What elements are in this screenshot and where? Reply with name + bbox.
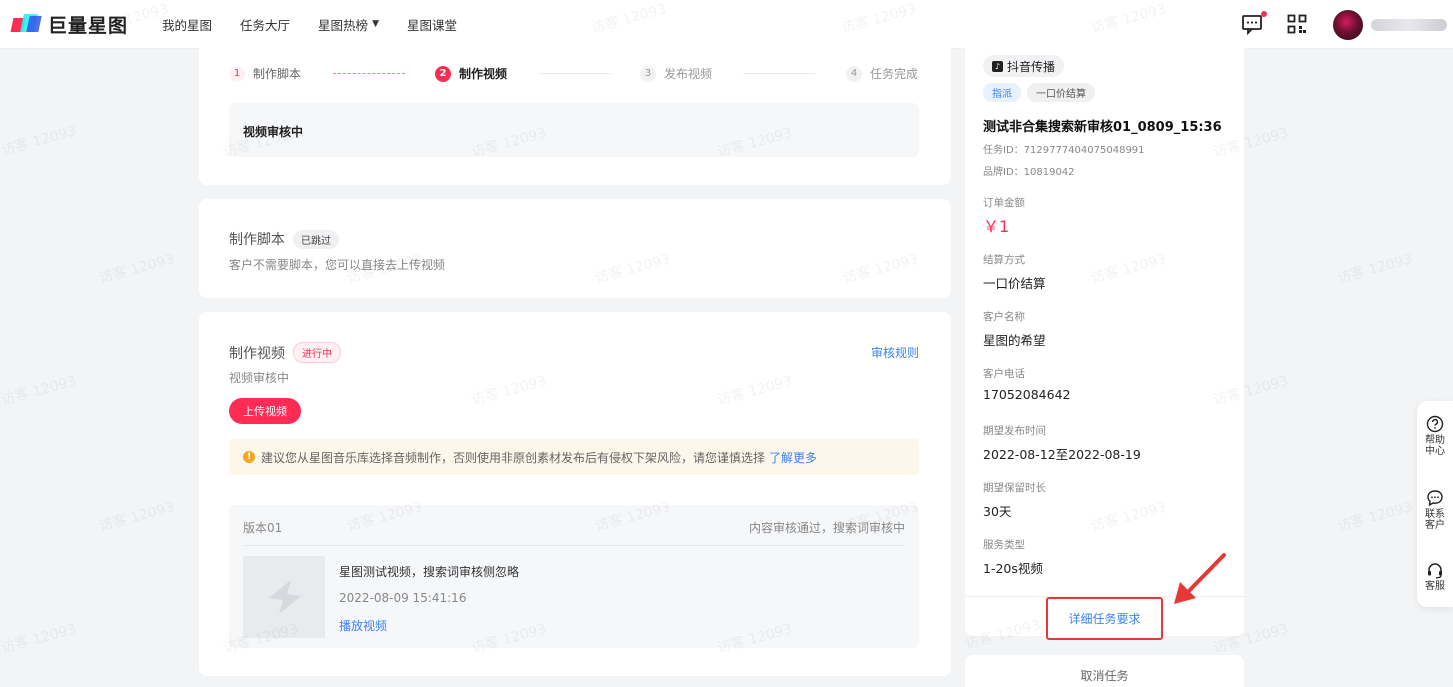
script-section-desc: 客户不需要脚本，您可以直接去上传视频 [229,258,446,272]
skipped-badge: 已跳过 [293,229,339,249]
copyright-notice: ! 建议您从星图音乐库选择音频制作，否则使用非原创素材发布后有侵权下架风险，请您… [229,439,919,475]
qr-grid-icon[interactable] [1287,14,1309,36]
field-label-publish-time: 期望发布时间 [983,425,1046,437]
step-connector [539,73,611,74]
warning-icon: ! [243,451,255,463]
field-value-client-phone: 17052084642 [983,387,1071,402]
nav-item-task-hall[interactable]: 任务大厅 [240,15,290,34]
divider [243,545,905,546]
field-label-service-type: 服务类型 [983,539,1025,551]
task-id: 任务ID：7129777404075048991 [983,145,1145,156]
assign-chip: 指派 [983,83,1021,102]
field-label-settlement: 结算方式 [983,254,1025,266]
script-section-card: 制作脚本 已跳过 客户不需要脚本，您可以直接去上传视频 [199,199,951,298]
floating-help-bar: 帮助中心 联系客户 客服 [1417,401,1453,607]
script-section-title: 制作脚本 已跳过 [229,229,339,249]
caret-down-icon: ▼ [372,19,379,29]
task-details-button[interactable]: 详细任务要求 [1046,597,1163,640]
help-center-button[interactable]: 帮助中心 [1417,415,1453,457]
task-title: 测试非合集搜索新审核01_0809_15:36 [983,120,1222,135]
nav-item-hot-list[interactable]: 星图热榜 ▼ [318,15,379,34]
review-rules-link[interactable]: 审核规则 [871,344,919,361]
contact-client-button[interactable]: 联系客户 [1417,489,1453,531]
step-2: 2 制作视频 [435,65,507,82]
step-connector [743,73,815,74]
video-section-title: 制作视频 进行中 [229,342,341,363]
fixed-price-chip: 一口价结算 [1027,83,1095,102]
field-value-service-type: 1-20s视频 [983,561,1043,576]
nav-item-classroom[interactable]: 星图课堂 [407,15,457,34]
star-placeholder-icon [269,580,301,614]
field-label-amount: 订单金额 [983,197,1025,209]
step-3: 3 发布视频 [640,65,712,82]
user-avatar[interactable] [1333,9,1363,40]
field-label-client-name: 客户名称 [983,311,1025,323]
brand-name: 巨量星图 [48,14,129,37]
progress-card: 1 制作脚本 2 制作视频 3 发布视频 4 任务完成 视频审核中 [199,40,951,185]
video-section-card: 制作视频 进行中 审核规则 视频审核中 上传视频 ! 建议您从星图音乐库选择音频… [199,312,951,676]
step-1: 1 制作脚本 [229,65,301,82]
douyin-icon: ♪ [992,60,1003,72]
field-value-amount: ￥1 [983,217,1010,236]
chat-bubble-icon [1427,490,1443,507]
field-label-retention: 期望保留时长 [983,482,1046,494]
review-status-box: 视频审核中 [229,103,919,157]
field-value-client-name: 星图的希望 [983,333,1046,348]
in-progress-badge: 进行中 [293,342,341,363]
customer-service-button[interactable]: 客服 [1417,561,1453,592]
video-thumbnail[interactable] [243,556,325,638]
brand-mark-icon [10,14,42,34]
message-icon[interactable] [1241,10,1267,37]
video-title: 星图测试视频，搜索词审核侧忽略 [339,565,520,579]
video-timestamp: 2022-08-09 15:41:16 [339,591,467,605]
video-review-status: 视频审核中 [229,371,290,385]
platform-badge: ♪ 抖音传播 [983,55,1065,77]
version-name: 版本01 [243,521,283,535]
upload-video-button[interactable]: 上传视频 [229,398,301,424]
field-value-settlement: 一口价结算 [983,276,1046,291]
username-blurred[interactable] [1371,18,1447,31]
field-label-client-phone: 客户电话 [983,368,1025,380]
task-info-panel: ♪ 抖音传播 指派 一口价结算 测试非合集搜索新审核01_0809_15:36 … [965,40,1244,640]
notification-dot [1261,10,1267,17]
field-value-retention: 30天 [983,504,1012,519]
step-indicator: 1 制作脚本 2 制作视频 3 发布视频 4 任务完成 [229,65,921,83]
learn-more-link[interactable]: 了解更多 [769,449,817,466]
version-box: 版本01 内容审核通过，搜索词审核中 星图测试视频，搜索词审核侧忽略 2022-… [229,505,919,648]
version-status: 内容审核通过，搜索词审核中 [748,521,905,535]
brand-id: 品牌ID：10819042 [983,167,1075,178]
question-circle-icon [1426,415,1444,433]
step-connector [333,73,405,74]
headset-icon [1428,563,1442,579]
red-arrow-annotation [1174,553,1226,604]
cancel-task-button[interactable]: 取消任务 [965,655,1244,687]
field-value-publish-time: 2022-08-12至2022-08-19 [983,447,1141,462]
step-4: 4 任务完成 [846,65,918,82]
brand-logo[interactable]: 巨量星图 [10,11,129,38]
play-video-link[interactable]: 播放视频 [339,617,387,634]
main-nav: 我的星图 任务大厅 星图热榜 ▼ 星图课堂 [162,15,485,34]
nav-item-my-xingtu[interactable]: 我的星图 [162,15,212,34]
